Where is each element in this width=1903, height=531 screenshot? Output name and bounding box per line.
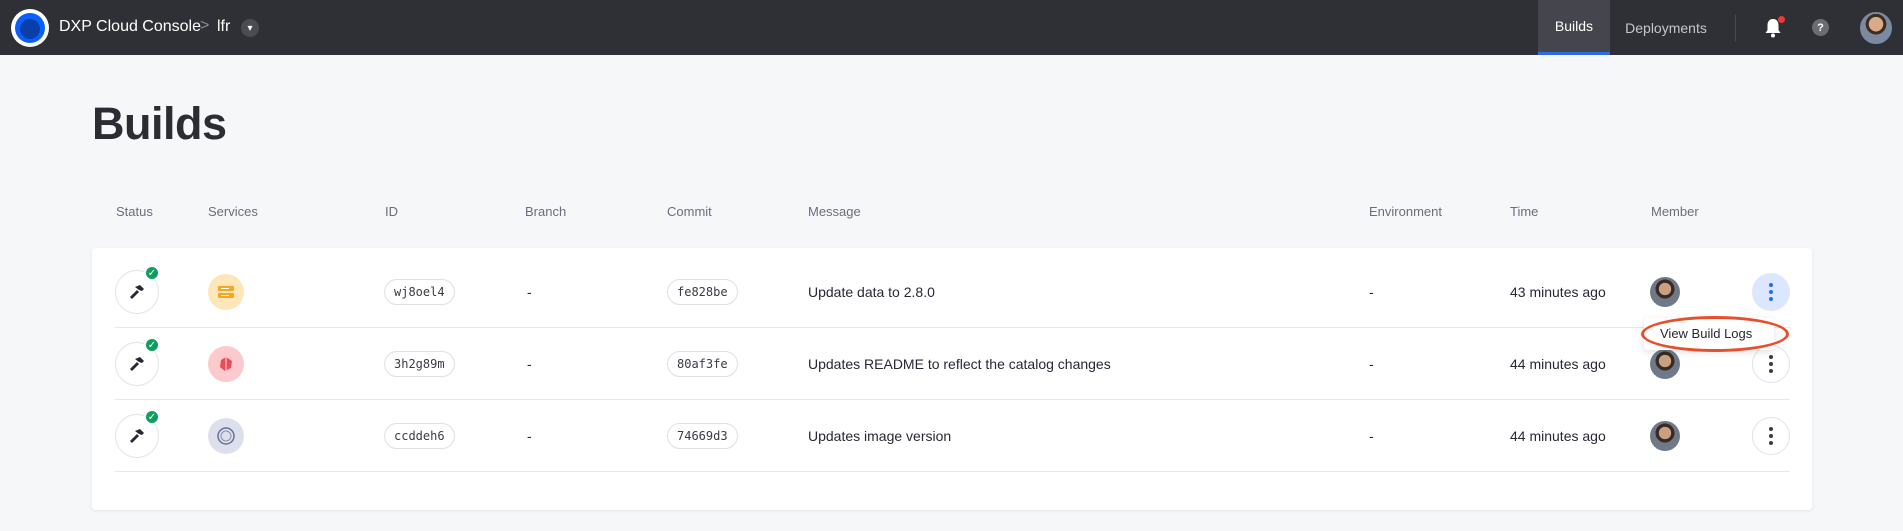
success-check-icon: ✓	[144, 409, 160, 425]
commit-message: Updates image version	[808, 428, 952, 444]
build-id: wj8oel4	[384, 279, 455, 305]
row-actions-button[interactable]	[1752, 273, 1790, 311]
liferay-icon	[208, 346, 244, 382]
environment-cell: -	[1369, 284, 1374, 300]
navbar-divider	[1735, 15, 1736, 41]
project-name[interactable]: lfr	[217, 18, 230, 36]
chevron-down-icon[interactable]: ▾	[241, 19, 259, 37]
user-avatar[interactable]	[1858, 10, 1894, 46]
hammer-icon	[130, 357, 144, 371]
row-actions-button[interactable]	[1752, 417, 1790, 455]
app-title[interactable]: DXP Cloud Console	[59, 18, 201, 36]
column-header-status: Status	[116, 204, 153, 219]
column-header-commit: Commit	[667, 204, 712, 219]
member-avatar[interactable]	[1650, 277, 1680, 307]
nav-tab-builds[interactable]: Builds	[1538, 0, 1610, 55]
member-avatar[interactable]	[1650, 421, 1680, 451]
top-navbar: DXP Cloud Console > lfr ▾ Builds Deploym…	[0, 0, 1903, 55]
breadcrumb-separator-icon: >	[200, 17, 210, 34]
commit-message: Update data to 2.8.0	[808, 284, 935, 300]
commit-message: Updates README to reflect the catalog ch…	[808, 356, 1111, 372]
commit-hash[interactable]: fe828be	[667, 279, 738, 305]
table-row[interactable]: ✓ 3h2g89m - 80af3fe Updates README to re…	[115, 328, 1790, 400]
notification-badge	[1778, 16, 1785, 23]
member-avatar[interactable]	[1650, 349, 1680, 379]
build-id: 3h2g89m	[384, 351, 455, 377]
column-header-member: Member	[1651, 204, 1699, 219]
environment-cell: -	[1369, 356, 1374, 372]
branch-cell: -	[527, 356, 532, 372]
help-icon[interactable]: ?	[1812, 19, 1829, 36]
build-time: 44 minutes ago	[1510, 356, 1606, 372]
commit-hash[interactable]: 80af3fe	[667, 351, 738, 377]
column-header-services: Services	[208, 204, 258, 219]
hammer-icon	[130, 285, 144, 299]
highlight-annotation	[1641, 316, 1789, 352]
table-row[interactable]: ✓ ccddeh6 - 74669d3 Updates image versio…	[115, 400, 1790, 472]
success-check-icon: ✓	[144, 337, 160, 353]
search-service-icon	[208, 418, 244, 454]
table-row[interactable]: ✓ wj8oel4 - fe828be Update data to 2.8.0…	[115, 256, 1790, 328]
branch-cell: -	[527, 284, 532, 300]
page-title: Builds	[92, 98, 227, 149]
success-check-icon: ✓	[144, 265, 160, 281]
nav-tab-deployments[interactable]: Deployments	[1612, 0, 1720, 55]
build-status-icon: ✓	[115, 337, 160, 386]
hammer-icon	[130, 429, 144, 443]
row-actions-button[interactable]	[1752, 345, 1790, 383]
build-time: 44 minutes ago	[1510, 428, 1606, 444]
build-status-icon: ✓	[115, 409, 160, 458]
dxp-cloud-logo-icon[interactable]	[11, 9, 49, 47]
database-icon	[208, 274, 244, 310]
branch-cell: -	[527, 428, 532, 444]
column-header-branch: Branch	[525, 204, 567, 219]
build-id: ccddeh6	[384, 423, 455, 449]
column-header-message: Message	[808, 204, 861, 219]
build-status-icon: ✓	[115, 265, 160, 314]
column-header-time: Time	[1510, 204, 1539, 219]
build-time: 43 minutes ago	[1510, 284, 1606, 300]
column-header-environment: Environment	[1369, 204, 1442, 219]
environment-cell: -	[1369, 428, 1374, 444]
column-header-id: ID	[385, 204, 398, 219]
commit-hash[interactable]: 74669d3	[667, 423, 738, 449]
